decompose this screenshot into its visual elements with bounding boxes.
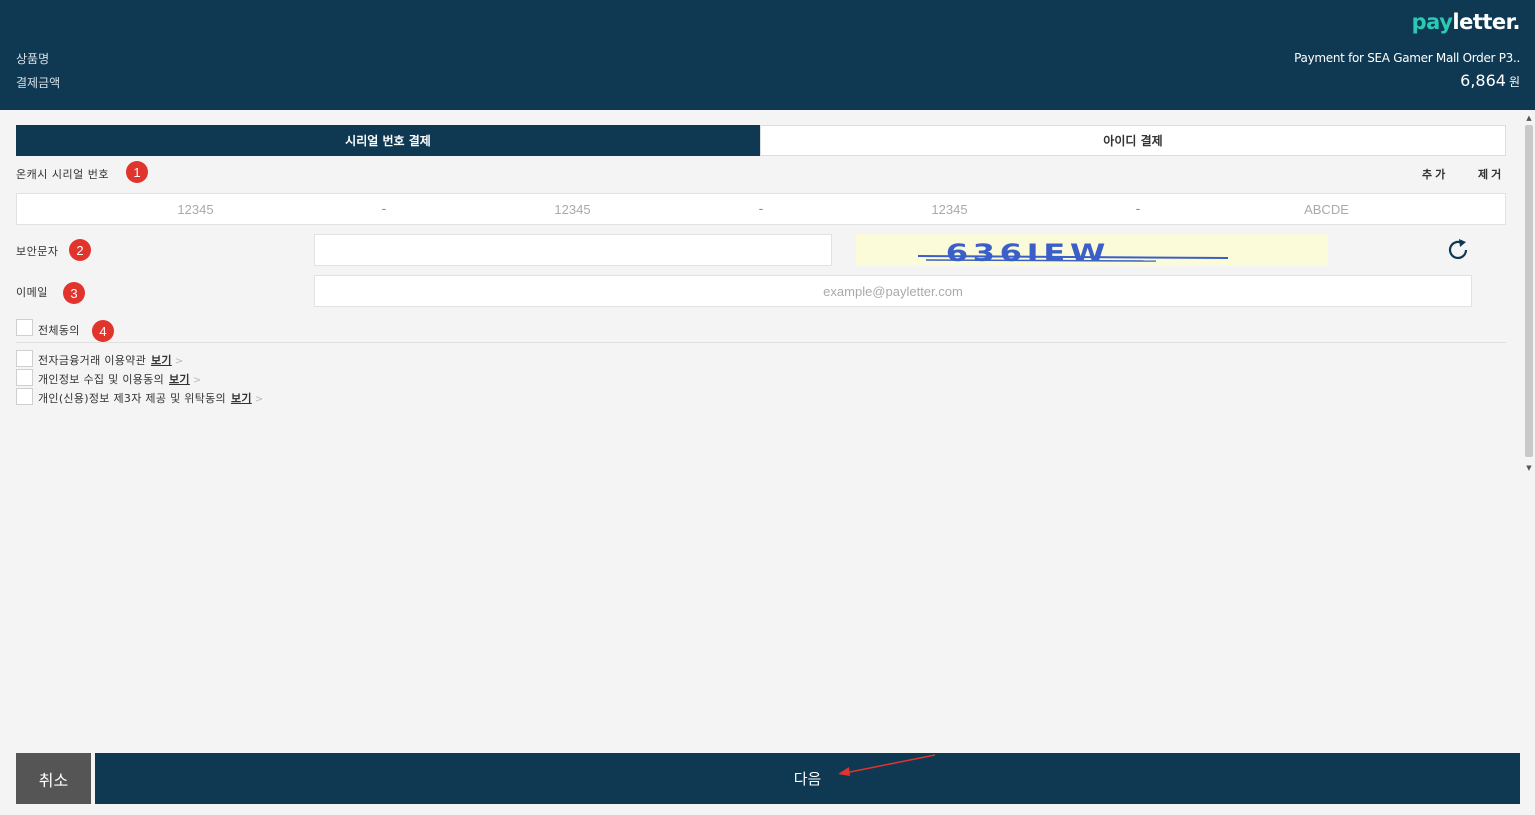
agreement-label: 전자금융거래 이용약관 xyxy=(38,354,146,367)
view-link[interactable]: 보기 xyxy=(151,354,172,367)
chevron-right-icon: > xyxy=(174,356,184,367)
scroll-down-icon[interactable]: ▼ xyxy=(1523,463,1535,473)
serial-field-2[interactable]: 12345 xyxy=(394,202,751,217)
logo-pay: pay xyxy=(1411,10,1453,34)
serial-input-row: 12345 - 12345 - 12345 - ABCDE xyxy=(16,193,1506,225)
scrollbar[interactable]: ▲ ▼ xyxy=(1523,113,1535,473)
agree-all-checkbox[interactable] xyxy=(16,319,33,336)
agreement-item: 개인(신용)정보 제3자 제공 및 위탁동의 보기 > xyxy=(38,390,264,406)
captcha-image: 636IEW xyxy=(856,234,1328,266)
logo-letter: letter. xyxy=(1452,10,1520,34)
refresh-icon[interactable] xyxy=(1445,237,1471,263)
captcha-text: 636IEW xyxy=(946,239,1110,266)
step-badge-2: 2 xyxy=(69,239,91,261)
payment-header: payletter. 상품명 결제금액 Payment for SEA Game… xyxy=(0,0,1535,110)
payletter-logo: payletter. xyxy=(1411,10,1521,34)
view-link[interactable]: 보기 xyxy=(169,373,190,386)
chevron-right-icon: > xyxy=(254,394,264,405)
cancel-button[interactable]: 취소 xyxy=(16,753,91,804)
amount-value: 6,864 원 xyxy=(1460,71,1520,90)
product-name: Payment for SEA Gamer Mall Order P3.. xyxy=(1294,51,1520,65)
agree-checkbox-terms[interactable] xyxy=(16,350,33,367)
agree-checkbox-third-party[interactable] xyxy=(16,388,33,405)
serial-field-1[interactable]: 12345 xyxy=(17,202,374,217)
step-badge-4: 4 xyxy=(92,320,114,342)
security-label: 보안문자 xyxy=(16,245,59,258)
amount-label: 결제금액 xyxy=(16,76,61,90)
agree-checkbox-privacy[interactable] xyxy=(16,369,33,386)
scrollbar-thumb[interactable] xyxy=(1525,125,1533,457)
security-code-input[interactable] xyxy=(314,234,832,266)
next-button[interactable]: 다음 xyxy=(95,753,1520,804)
agreement-item: 전자금융거래 이용약관 보기 > xyxy=(38,352,184,368)
agree-all-label: 전체동의 xyxy=(38,324,80,337)
product-label: 상품명 xyxy=(16,52,50,66)
chevron-right-icon: > xyxy=(192,375,202,386)
email-input[interactable]: example@payletter.com xyxy=(314,275,1472,307)
serial-separator: - xyxy=(758,201,764,217)
serial-separator: - xyxy=(381,201,387,217)
serial-separator: - xyxy=(1135,201,1141,217)
tab-id-payment[interactable]: 아이디 결제 xyxy=(760,125,1506,156)
currency-unit: 원 xyxy=(1508,75,1520,89)
add-serial-button[interactable]: 추가 xyxy=(1422,166,1448,182)
serial-field-3[interactable]: 12345 xyxy=(771,202,1128,217)
view-link[interactable]: 보기 xyxy=(231,392,252,405)
remove-serial-button[interactable]: 제거 xyxy=(1478,166,1504,182)
payment-method-tabs: 시리얼 번호 결제 아이디 결제 xyxy=(16,125,1506,156)
divider xyxy=(16,342,1506,343)
tab-serial-payment[interactable]: 시리얼 번호 결제 xyxy=(16,125,760,156)
email-label: 이메일 xyxy=(16,286,48,299)
serial-field-4[interactable]: ABCDE xyxy=(1148,202,1505,217)
step-badge-3: 3 xyxy=(63,282,85,304)
agreement-label: 개인정보 수집 및 이용동의 xyxy=(38,373,165,386)
agreement-item: 개인정보 수집 및 이용동의 보기 > xyxy=(38,371,202,387)
annotation-arrow-icon xyxy=(838,754,936,776)
serial-label: 온캐시 시리얼 번호 xyxy=(16,168,109,181)
amount-number: 6,864 xyxy=(1460,71,1506,90)
agreement-label: 개인(신용)정보 제3자 제공 및 위탁동의 xyxy=(38,392,226,405)
step-badge-1: 1 xyxy=(126,161,148,183)
scroll-up-icon[interactable]: ▲ xyxy=(1523,113,1535,123)
